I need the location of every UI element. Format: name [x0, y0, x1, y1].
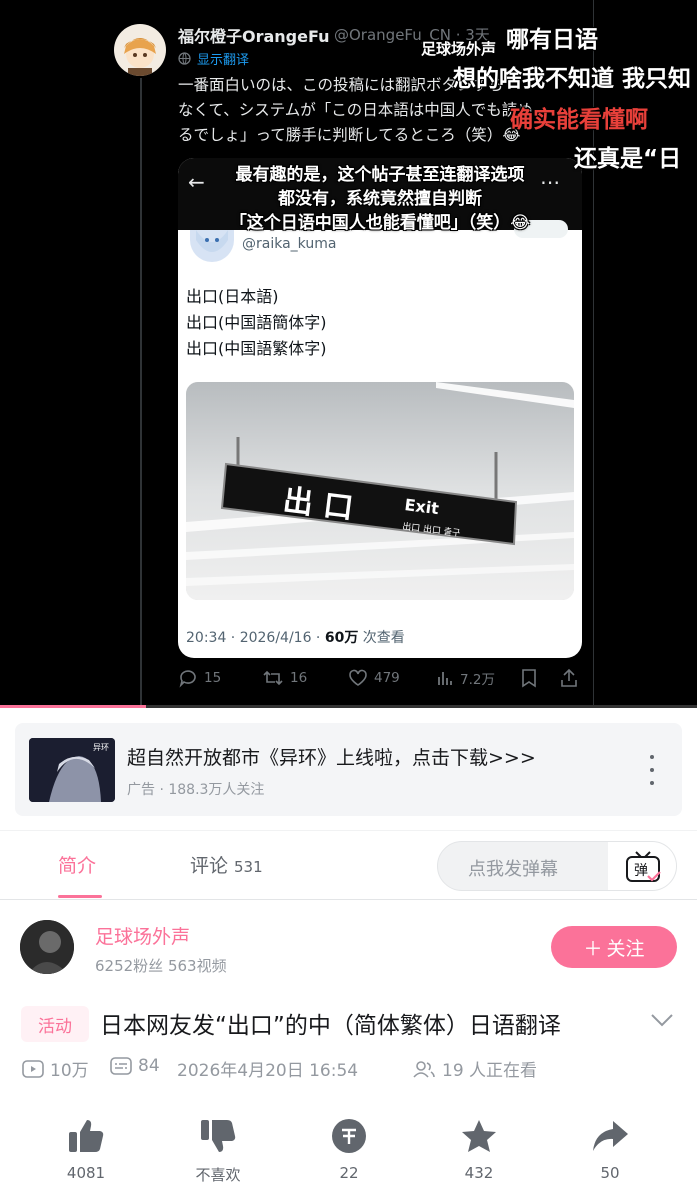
video-title: 日本网友发“出口”的中（简体繁体）日语翻译: [100, 1013, 561, 1039]
danmaku-toggle-icon: 弹: [626, 851, 661, 882]
danmaku-comment: 想的啥我不知道 我只知: [453, 66, 692, 92]
ad-title[interactable]: 超自然开放都市《异环》上线啦，点击下载>>>: [127, 743, 536, 770]
share-count: 50: [600, 1164, 620, 1182]
danmaku-comment: 哪有日语: [506, 27, 598, 53]
share-action[interactable]: [560, 668, 578, 688]
activity-tag[interactable]: 活动: [21, 1006, 89, 1042]
bookmark-action[interactable]: [520, 668, 538, 688]
star-icon: [462, 1120, 496, 1152]
ad-thumbnail: 异环: [29, 738, 115, 802]
publish-date: 2026年4月20日 16:54: [177, 1061, 359, 1081]
quoted-line: 出口(日本語): [186, 287, 279, 306]
retweet-icon: [263, 670, 283, 686]
retweet-action[interactable]: 16: [262, 668, 307, 688]
quoted-text: 出口(日本語) 出口(中国語簡体字) 出口(中国語繁体字): [186, 284, 327, 362]
subtitle-line-3: 「这个日语中国人也能看懂吧」（笑）😂: [229, 213, 531, 233]
quoted-handle: @raika_kuma: [242, 236, 337, 252]
exit-sign-photo[interactable]: 出 口 Exit 出口 出口 출구: [186, 382, 574, 600]
quoted-line: 出口(中国語繁体字): [186, 339, 327, 358]
share-button[interactable]: 50: [570, 1116, 650, 1182]
tweet-actions: 15 16 479 7.2万: [178, 668, 593, 690]
like-action[interactable]: 479: [348, 668, 400, 688]
tab-active-underline: [58, 895, 102, 898]
danmaku-comment: 足球场外声: [421, 40, 497, 58]
globe-icon: [178, 52, 191, 65]
follow-label: 关注: [606, 937, 645, 960]
dislike-label: 不喜欢: [195, 1166, 241, 1184]
people-icon: [413, 1060, 435, 1078]
tab-bar: 简介 评论 531 点我发弹幕 弹: [0, 830, 697, 900]
danmaku-input[interactable]: 点我发弹幕 弹: [437, 841, 677, 891]
play-icon: [22, 1059, 44, 1078]
quoted-line: 出口(中国語簡体字): [186, 313, 327, 332]
share-arrow-icon: [593, 1121, 628, 1151]
like-button[interactable]: 4081: [46, 1116, 126, 1182]
reply-count: 15: [204, 670, 222, 686]
upload-icon: [561, 668, 577, 687]
danmaku-settings-button[interactable]: 弹: [608, 842, 676, 890]
coin-icon: [332, 1119, 366, 1153]
quoted-views-label: 次查看: [358, 630, 405, 646]
exit-sign-illustration: 出 口 Exit 出口 出口 출구: [186, 382, 574, 600]
subtitle-line-2: 都没有，系统竟然擅自判断: [278, 189, 482, 209]
uploader-stats: 6252粉丝 563视频: [95, 957, 227, 975]
dislike-button[interactable]: 不喜欢: [178, 1116, 258, 1185]
retweet-count: 16: [290, 670, 308, 686]
danmaku-placeholder: 点我发弹幕: [468, 859, 558, 880]
play-count: 10万: [22, 1056, 89, 1081]
tab-comments-count: 531: [234, 858, 263, 876]
chevron-down-icon[interactable]: [650, 1012, 674, 1032]
favorite-count: 432: [464, 1164, 494, 1182]
quoted-time-date: 20:34 · 2026/4/16 ·: [186, 630, 325, 646]
quoted-tweet-card[interactable]: ← ⋯ @raika_kuma 出口(日本語) 出口(中国語簡体字) 出口(中国…: [178, 158, 582, 658]
danmaku-btn-label: 弹: [634, 863, 648, 879]
tweet-avatar: [114, 24, 166, 76]
quoted-meta: 20:34 · 2026/4/16 · 60万 次查看: [186, 627, 405, 647]
heart-icon: [349, 669, 367, 686]
quoted-views-count: 60万: [324, 630, 359, 646]
ad-thumb-label: 异环: [93, 743, 109, 752]
like-count: 4081: [66, 1164, 106, 1182]
subtitle-line-1: 最有趣的是，这个帖子甚至连翻译选项: [235, 165, 525, 185]
coin-count: 22: [339, 1164, 359, 1182]
danmaku-count: 84: [110, 1056, 160, 1076]
play-count-value: 10万: [50, 1061, 89, 1081]
danmaku-count-value: 84: [138, 1056, 160, 1076]
uploader-avatar[interactable]: [20, 920, 74, 974]
reply-action[interactable]: 15: [178, 668, 221, 688]
show-translation-link[interactable]: 显示翻译: [178, 49, 249, 68]
thread-line: [140, 78, 142, 708]
tab-comments-label: 评论: [190, 855, 229, 877]
danmaku-comment: 还真是“日: [574, 146, 682, 172]
coin-button[interactable]: 22: [309, 1116, 389, 1182]
progress-fill: [0, 705, 147, 708]
ad-more-icon[interactable]: [647, 755, 657, 785]
danmaku-icon: [110, 1057, 132, 1075]
watching-now: 19 人正在看: [412, 1056, 537, 1081]
video-player[interactable]: 福尔橙子OrangeFu @OrangeFu_CN · 3天 显示翻译 一番面白…: [0, 0, 697, 708]
like-count: 479: [374, 670, 400, 686]
thumbs-up-icon: [69, 1120, 104, 1152]
bookmark-icon: [522, 669, 536, 688]
views-action[interactable]: 7.2万: [436, 668, 495, 688]
reply-icon: [179, 670, 196, 688]
quoted-avatar: [190, 230, 234, 262]
thumbs-down-icon: [201, 1120, 236, 1152]
tab-intro[interactable]: 简介: [58, 851, 96, 878]
bar-chart-icon: [438, 672, 452, 685]
ad-subtitle: 广告 · 188.3万人关注: [127, 782, 265, 798]
follow-button[interactable]: ＋关注: [551, 926, 677, 968]
ad-banner[interactable]: 异环 超自然开放都市《异环》上线啦，点击下载>>> 广告 · 188.3万人关注: [15, 723, 682, 816]
plus-icon: ＋: [583, 937, 603, 960]
favorite-button[interactable]: 432: [439, 1116, 519, 1182]
tab-comments[interactable]: 评论 531: [190, 851, 263, 878]
views-count: 7.2万: [460, 672, 495, 688]
uploader-name[interactable]: 足球场外声: [95, 922, 190, 949]
watching-now-value: 19 人正在看: [442, 1061, 538, 1081]
tweet-display-name[interactable]: 福尔橙子OrangeFu: [178, 23, 330, 47]
danmaku-comment: 确实能看懂啊: [510, 107, 648, 133]
translate-label: 显示翻译: [197, 53, 250, 68]
